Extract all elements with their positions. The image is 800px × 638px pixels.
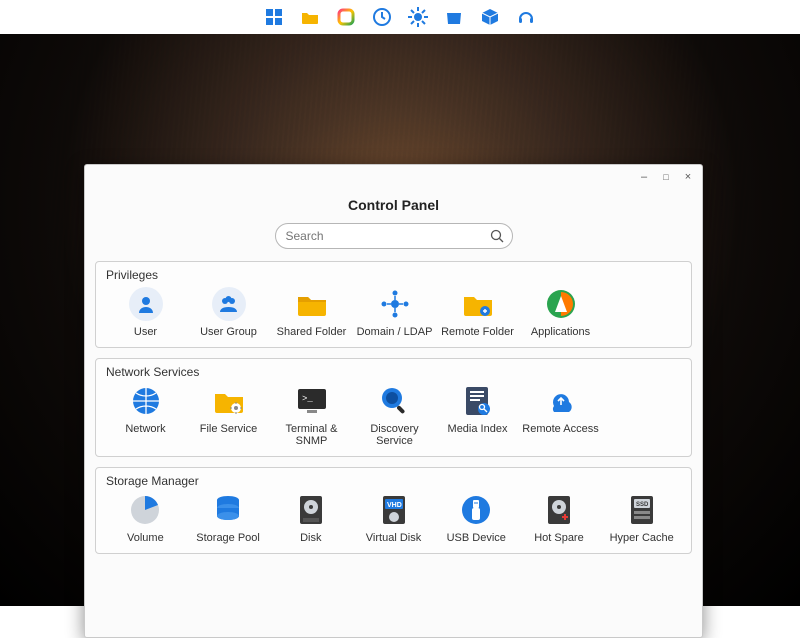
item-storage-pool[interactable]: Storage Pool [187, 490, 270, 549]
applications-icon [543, 286, 579, 322]
item-label: Terminal & SNMP [273, 423, 351, 448]
item-user-group[interactable]: User Group [187, 284, 270, 343]
item-terminal-snmp[interactable]: >_ Terminal & SNMP [270, 381, 353, 452]
svg-text:>_: >_ [302, 394, 313, 404]
media-index-icon [460, 383, 496, 419]
desktop-wallpaper: – □ × Control Panel Privileges User [0, 34, 800, 606]
item-label: Network [125, 423, 165, 436]
discovery-service-icon [377, 383, 413, 419]
item-remote-access[interactable]: Remote Access [519, 381, 602, 452]
domain-ldap-icon [377, 286, 413, 322]
section-title: Privileges [106, 268, 683, 282]
item-volume[interactable]: Volume [104, 490, 187, 549]
search-field[interactable] [275, 223, 513, 249]
remote-access-icon [543, 383, 579, 419]
package-icon[interactable] [479, 6, 501, 28]
item-discovery-service[interactable]: Discovery Service [353, 381, 436, 452]
item-label: Volume [127, 532, 164, 545]
item-label: Virtual Disk [366, 532, 421, 545]
item-domain-ldap[interactable]: Domain / LDAP [353, 284, 436, 343]
folder-icon[interactable] [299, 6, 321, 28]
hot-spare-icon [541, 492, 577, 528]
headset-icon[interactable] [515, 6, 537, 28]
item-file-service[interactable]: File Service [187, 381, 270, 452]
svg-text:SSD: SSD [636, 502, 649, 508]
search-input[interactable] [284, 228, 490, 244]
photos-icon[interactable] [335, 6, 357, 28]
item-label: User Group [200, 326, 257, 339]
settings-icon[interactable] [407, 6, 429, 28]
item-label: Hyper Cache [610, 532, 674, 545]
virtual-disk-icon: VHD [376, 492, 412, 528]
item-label: Remote Folder [441, 326, 514, 339]
disk-icon [293, 492, 329, 528]
shared-folder-icon [294, 286, 330, 322]
item-label: Hot Spare [534, 532, 584, 545]
item-label: Discovery Service [356, 423, 434, 448]
item-virtual-disk[interactable]: VHD Virtual Disk [352, 490, 435, 549]
terminal-snmp-icon: >_ [294, 383, 330, 419]
section-title: Storage Manager [106, 474, 683, 488]
maximize-button[interactable]: □ [660, 171, 672, 183]
item-label: Disk [300, 532, 321, 545]
dock-menubar [0, 0, 800, 34]
item-shared-folder[interactable]: Shared Folder [270, 284, 353, 343]
user-group-icon [212, 287, 246, 321]
item-user[interactable]: User [104, 284, 187, 343]
remote-folder-icon [460, 286, 496, 322]
storage-pool-icon [210, 492, 246, 528]
item-remote-folder[interactable]: Remote Folder [436, 284, 519, 343]
item-label: File Service [200, 423, 257, 436]
control-panel-content: Privileges User User Group Shared Folder [85, 261, 702, 637]
section-storage-manager: Storage Manager Volume Storage Pool Disk [95, 467, 692, 554]
item-label: Remote Access [522, 423, 598, 436]
item-label: Media Index [448, 423, 508, 436]
item-hyper-cache[interactable]: SSD Hyper Cache [600, 490, 683, 549]
usb-device-icon [458, 492, 494, 528]
section-network-services: Network Services Network File Service >_… [95, 358, 692, 457]
item-label: Shared Folder [277, 326, 347, 339]
item-label: User [134, 326, 157, 339]
item-label: Domain / LDAP [357, 326, 433, 339]
tiles-icon[interactable] [263, 6, 285, 28]
hyper-cache-icon: SSD [624, 492, 660, 528]
window-title: Control Panel [85, 165, 702, 223]
item-disk[interactable]: Disk [269, 490, 352, 549]
volume-icon [127, 492, 163, 528]
item-network[interactable]: Network [104, 381, 187, 452]
clock-icon[interactable] [371, 6, 393, 28]
item-hot-spare[interactable]: Hot Spare [518, 490, 601, 549]
file-service-icon [211, 383, 247, 419]
item-label: Applications [531, 326, 590, 339]
item-applications[interactable]: Applications [519, 284, 602, 343]
minimize-button[interactable]: – [638, 171, 650, 183]
store-icon[interactable] [443, 6, 465, 28]
item-usb-device[interactable]: USB Device [435, 490, 518, 549]
item-media-index[interactable]: Media Index [436, 381, 519, 452]
user-icon [129, 287, 163, 321]
section-privileges: Privileges User User Group Shared Folder [95, 261, 692, 348]
svg-text:VHD: VHD [387, 502, 402, 509]
window-controls: – □ × [638, 171, 694, 183]
item-label: Storage Pool [196, 532, 260, 545]
control-panel-window: – □ × Control Panel Privileges User [84, 164, 703, 638]
item-label: USB Device [447, 532, 506, 545]
close-button[interactable]: × [682, 171, 694, 183]
section-title: Network Services [106, 365, 683, 379]
network-icon [128, 383, 164, 419]
search-icon [490, 229, 504, 243]
